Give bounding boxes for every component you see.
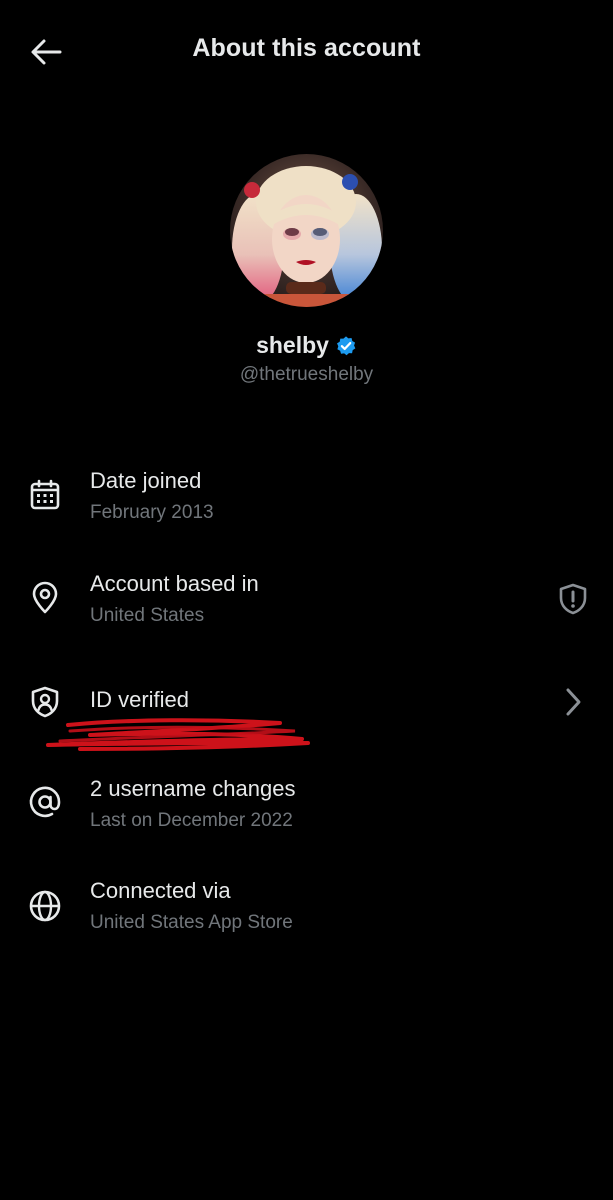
location-pin-icon: [26, 579, 64, 617]
profile-photo: [230, 154, 383, 307]
at-sign-icon: [26, 783, 64, 821]
display-name: shelby: [256, 332, 329, 358]
row-title: Date joined: [90, 468, 202, 493]
chevron-right-icon: [553, 682, 593, 722]
avatar[interactable]: [230, 154, 383, 307]
globe-icon: [26, 887, 64, 925]
profile-name-row: shelby: [0, 332, 613, 359]
row-subtitle: February 2013: [90, 502, 214, 523]
row-title: Account based in: [90, 571, 259, 596]
row-title: Connected via: [90, 878, 231, 903]
row-username-changes: 2 username changes Last on December 2022: [0, 771, 613, 851]
row-subtitle: United States: [90, 605, 205, 626]
row-subtitle: United States App Store: [90, 912, 293, 933]
red-scribble-redaction: [46, 718, 310, 751]
row-title: ID verified: [90, 687, 190, 712]
row-connected-via: Connected via United States App Store: [0, 873, 613, 953]
top-bar: About this account: [0, 0, 613, 104]
row-subtitle: Last on December 2022: [90, 810, 293, 831]
row-date-joined: Date joined February 2013: [0, 462, 613, 542]
verified-badge-icon: [336, 335, 356, 355]
calendar-icon: [26, 476, 64, 514]
row-title: 2 username changes: [90, 776, 296, 801]
page-title: About this account: [192, 34, 421, 62]
row-id-verified[interactable]: ID verified: [0, 683, 613, 763]
username-handle: @thetrueshelby: [239, 364, 374, 385]
shield-exclamation-icon[interactable]: [553, 579, 593, 619]
row-account-based-in: Account based in United States: [0, 565, 613, 645]
